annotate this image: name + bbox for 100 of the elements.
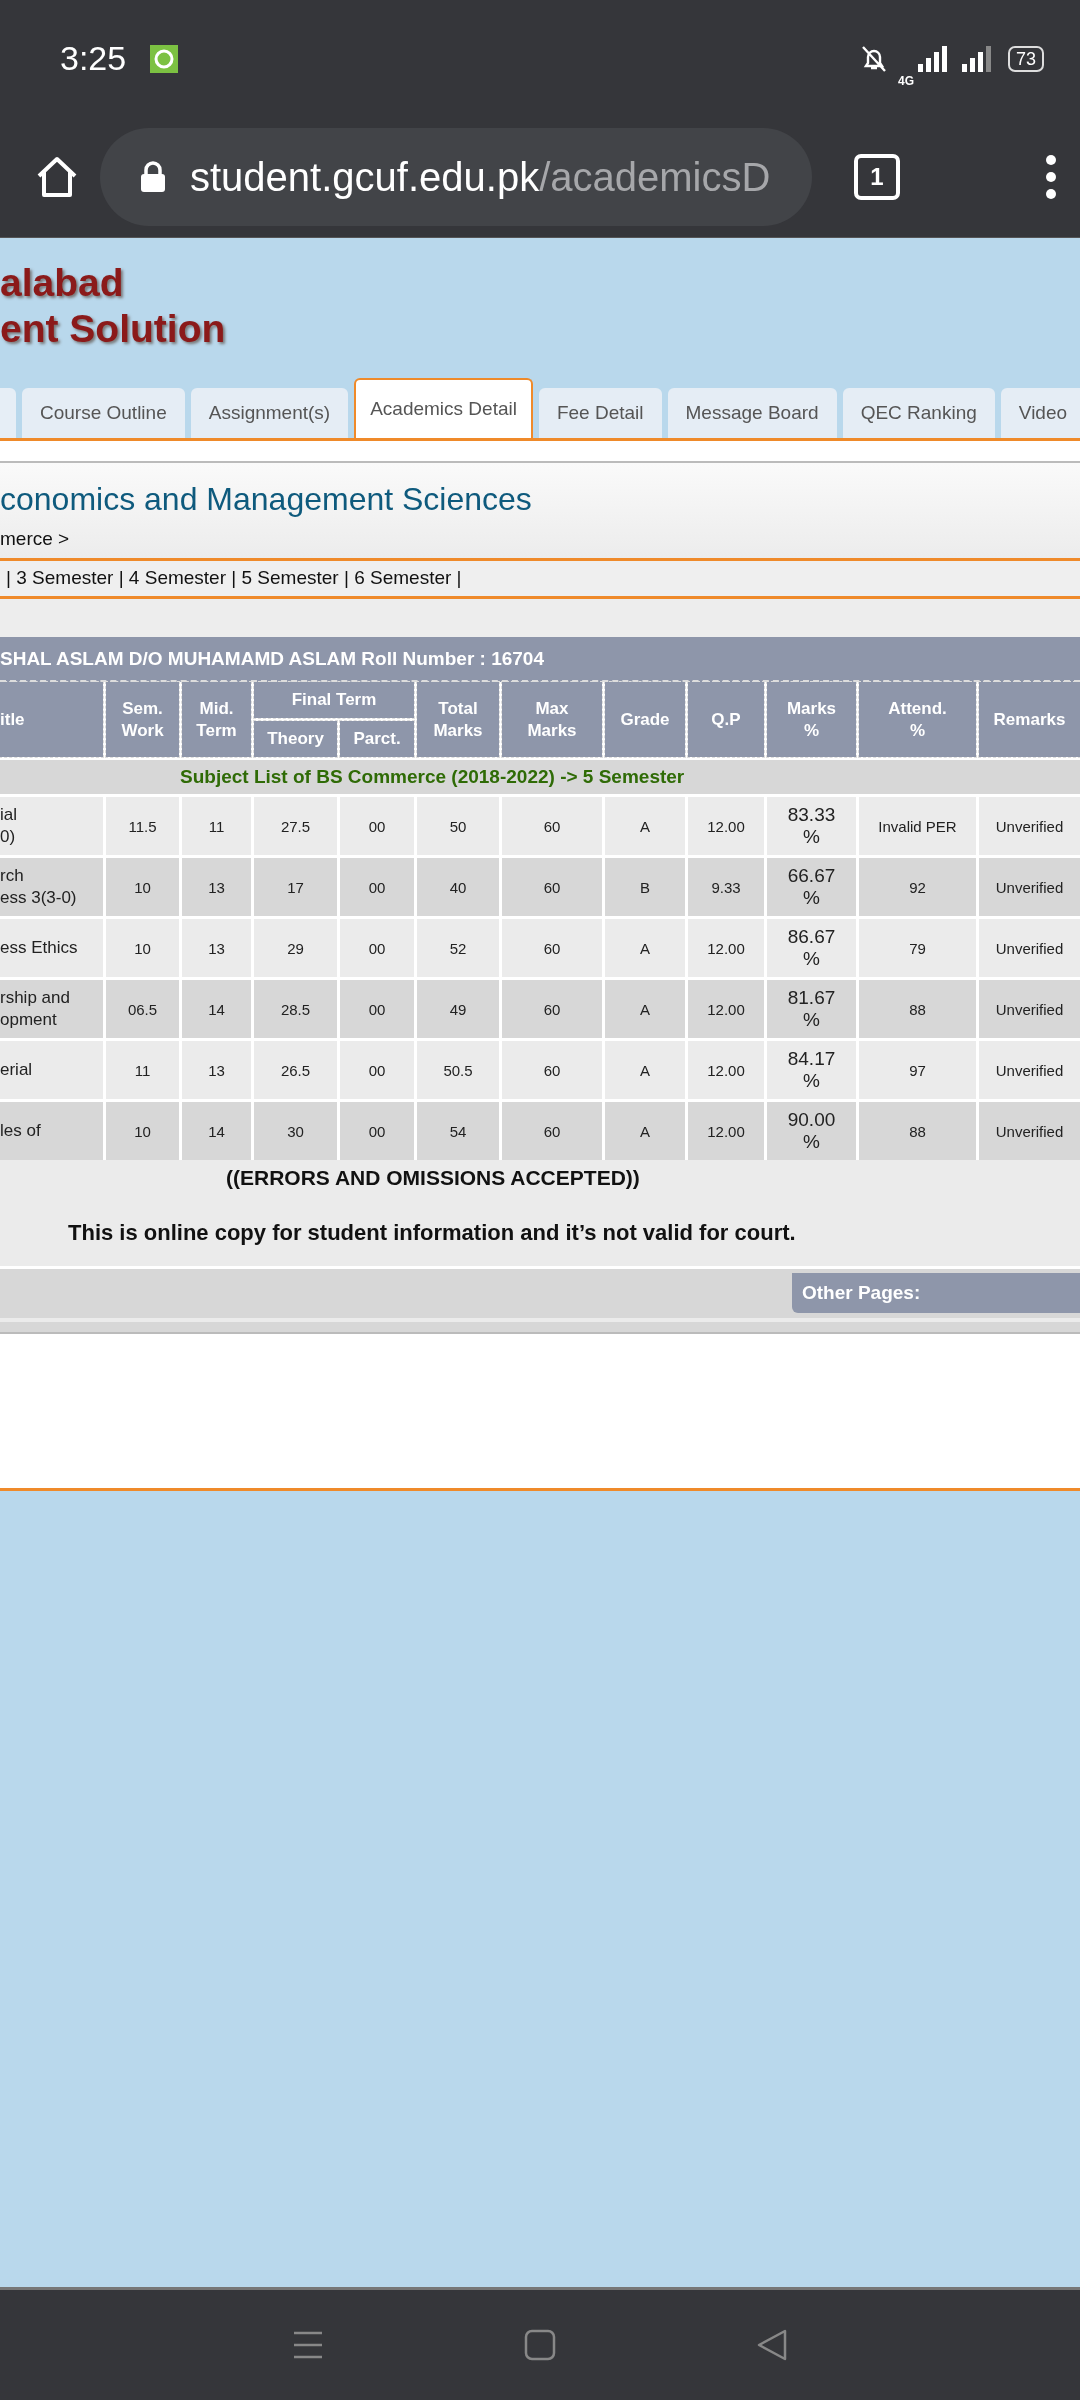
column-header: itle: [0, 682, 103, 757]
notice-text: ((ERRORS AND OMISSIONS ACCEPTED)): [226, 1166, 640, 1190]
table-cell: 60: [502, 919, 602, 977]
table-cell: 50.5: [417, 1041, 499, 1099]
column-header: Mid. Term: [182, 682, 251, 757]
column-header: Max Marks: [502, 682, 602, 757]
column-header: Sem. Work: [106, 682, 179, 757]
table-cell: 60: [502, 1041, 602, 1099]
table-cell: 88: [859, 980, 976, 1038]
column-header: Grade: [605, 682, 685, 757]
url-text: student.gcuf.edu.pk/academicsD: [190, 154, 771, 200]
table-cell: 13: [182, 919, 251, 977]
subject-list-title: Subject List of BS Commerce (2018-2022) -> 5 Semester: [0, 760, 1080, 794]
table-cell: 60: [502, 1102, 602, 1160]
table-cell: 27.5: [254, 797, 337, 855]
column-header: Total Marks: [417, 682, 499, 757]
table-cell: Unverified: [979, 858, 1080, 916]
nav-tab[interactable]: Course Outline: [22, 388, 185, 438]
column-header: Q.P: [688, 682, 764, 757]
table-cell: 90.00 %: [767, 1102, 856, 1160]
table-cell: 30: [254, 1102, 337, 1160]
table-cell: 28.5: [254, 980, 337, 1038]
table-cell: 84.17 %: [767, 1041, 856, 1099]
nav-tab[interactable]: Video: [1000, 388, 1080, 438]
subject-title-cell: les of: [0, 1102, 103, 1160]
table-cell: Unverified: [979, 919, 1080, 977]
table-cell: 00: [340, 919, 414, 977]
tab-count-button[interactable]: 1: [854, 154, 900, 200]
table-cell: 14: [182, 980, 251, 1038]
table-cell: 88: [859, 1102, 976, 1160]
nav-tab[interactable]: Assignment(s): [190, 388, 349, 438]
table-cell: 12.00: [688, 1102, 764, 1160]
student-name-bar: SHAL ASLAM D/O MUHAMAMD ASLAM Roll Number : 16704: [0, 637, 1080, 682]
nav-tab[interactable]: Fee Detail: [538, 388, 662, 438]
column-header: Remarks: [979, 682, 1080, 757]
table-cell: 50: [417, 797, 499, 855]
table-cell: 11.5: [106, 797, 179, 855]
table-cell: Unverified: [979, 980, 1080, 1038]
address-bar[interactable]: student.gcuf.edu.pk/academicsD: [100, 128, 812, 226]
column-group-header: Final Term: [254, 682, 414, 718]
menu-icon[interactable]: [1044, 154, 1058, 200]
table-cell: A: [605, 980, 685, 1038]
table-cell: A: [605, 1102, 685, 1160]
table-cell: A: [605, 797, 685, 855]
table-cell: 66.67 %: [767, 858, 856, 916]
table-cell: 12.00: [688, 980, 764, 1038]
column-header: Parct.: [340, 721, 414, 757]
column-header: Theory: [254, 721, 337, 757]
table-cell: 06.5: [106, 980, 179, 1038]
table-cell: 00: [340, 1041, 414, 1099]
table-cell: 12.00: [688, 919, 764, 977]
subject-title-cell: ial 0): [0, 797, 103, 855]
subject-title-cell: erial: [0, 1041, 103, 1099]
table-cell: 54: [417, 1102, 499, 1160]
nav-tab[interactable]: QEC Ranking: [842, 388, 995, 438]
table-cell: Unverified: [979, 1041, 1080, 1099]
table-cell: 10: [106, 1102, 179, 1160]
table-cell: 60: [502, 797, 602, 855]
table-cell: 00: [340, 1102, 414, 1160]
table-cell: 92: [859, 858, 976, 916]
home-button-icon[interactable]: [524, 2329, 556, 2361]
table-cell: 52: [417, 919, 499, 977]
subject-title-cell: ess Ethics: [0, 919, 103, 977]
back-icon[interactable]: [756, 2328, 788, 2362]
nav-tab[interactable]: Message Board: [667, 388, 837, 438]
table-cell: 11: [106, 1041, 179, 1099]
table-cell: Unverified: [979, 797, 1080, 855]
table-cell: 40: [417, 858, 499, 916]
table-cell: Unverified: [979, 1102, 1080, 1160]
site-logo-text: alabad ent Solution: [0, 260, 227, 352]
table-cell: 10: [106, 858, 179, 916]
table-cell: A: [605, 919, 685, 977]
table-cell: 13: [182, 858, 251, 916]
network-type: 4G: [897, 73, 914, 88]
semester-links[interactable]: | 3 Semester | 4 Semester | 5 Semester | 6 Semester |: [0, 558, 1080, 599]
subject-title-cell: rship and opment: [0, 980, 103, 1038]
other-pages-bar: Other Pages:: [792, 1273, 1080, 1313]
table-cell: 13: [182, 1041, 251, 1099]
subject-title-cell: rch ess 3(3-0): [0, 858, 103, 916]
table-cell: 12.00: [688, 1041, 764, 1099]
table-cell: 14: [182, 1102, 251, 1160]
signal-icon: [915, 43, 950, 74]
table-cell: 11: [182, 797, 251, 855]
status-time: 3:25: [60, 39, 127, 78]
recent-apps-icon[interactable]: [292, 2330, 324, 2360]
table-cell: B: [605, 858, 685, 916]
table-cell: 00: [340, 797, 414, 855]
nav-tab[interactable]: Academics Detail: [354, 378, 533, 438]
table-cell: 60: [502, 858, 602, 916]
table-cell: 17: [254, 858, 337, 916]
table-cell: 83.33 %: [767, 797, 856, 855]
table-cell: A: [605, 1041, 685, 1099]
table-cell: 10: [106, 919, 179, 977]
table-cell: 49: [417, 980, 499, 1038]
table-cell: 86.67 %: [767, 919, 856, 977]
table-cell: 79: [859, 919, 976, 977]
table-cell: 00: [340, 980, 414, 1038]
notice-text: This is online copy for student information and it’s not valid for court.: [68, 1220, 796, 1246]
battery-indicator: 73: [1007, 45, 1044, 72]
table-cell: 12.00: [688, 797, 764, 855]
